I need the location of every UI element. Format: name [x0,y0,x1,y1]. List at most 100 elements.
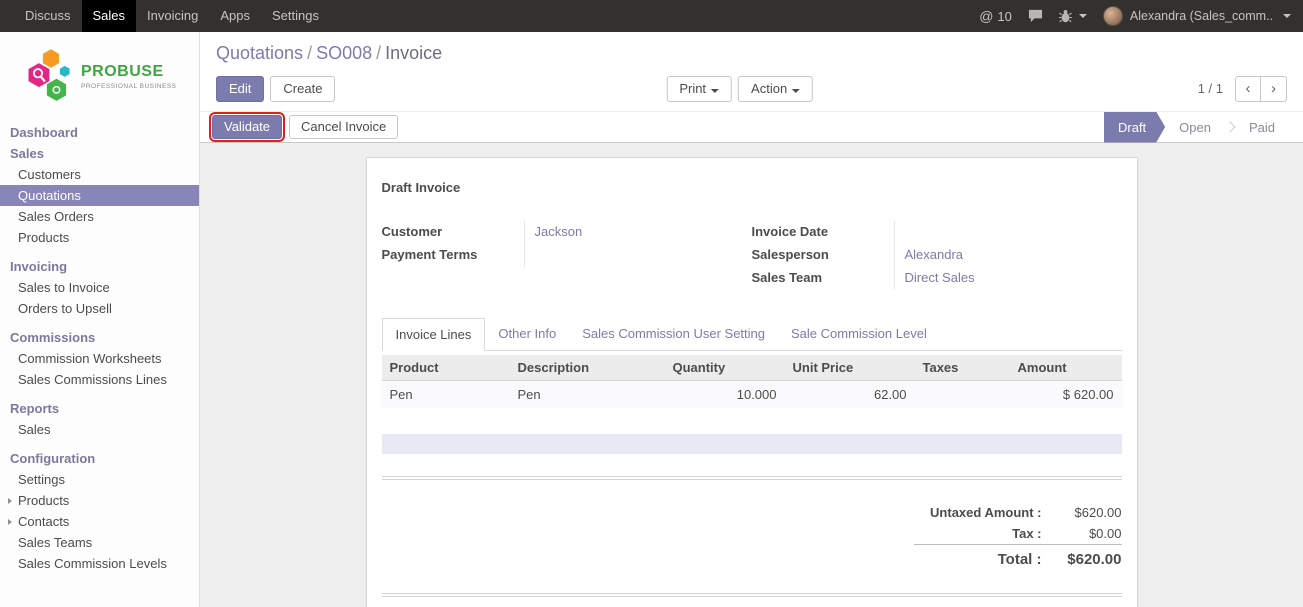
sidebar-section-dashboard: Dashboard [0,122,199,143]
create-button[interactable]: Create [270,76,335,102]
user-menu[interactable]: Alexandra (Sales_comm.. [1103,6,1291,26]
sidebar-item-sales-teams[interactable]: Sales Teams [0,532,199,553]
sales-team-value[interactable]: Direct Sales [894,267,1122,290]
field-group-right: Invoice Date Salesperson Alexandra Sales… [752,221,1122,290]
document-title: Draft Invoice [382,180,1122,195]
tab-invoice-lines[interactable]: Invoice Lines [382,318,486,351]
sidebar-item-products[interactable]: Products [0,227,199,248]
topbar-menu-apps[interactable]: Apps [209,0,261,32]
cell-amount: $ 620.00 [1010,381,1122,409]
sidebar-heading-invoicing[interactable]: Invoicing [0,256,199,277]
sidebar-item-customers[interactable]: Customers [0,164,199,185]
topbar-systray: @ 10 Alexandra (Sales_comm.. [979,0,1303,32]
caret-down-icon [792,89,800,93]
breadcrumb-link-so008[interactable]: SO008 [316,43,372,63]
column-header-unit-price[interactable]: Unit Price [785,355,915,381]
sidebar-item-dashboard[interactable]: Dashboard [0,122,199,143]
status-step-open[interactable]: Open [1165,112,1225,143]
column-header-description[interactable]: Description [510,355,665,381]
app-logo: PROBUSE PROFESSIONAL BUSINESS [0,32,199,114]
total-value: $620.00 [1042,545,1122,572]
sidebar-item-commission-worksheets[interactable]: Commission Worksheets [0,348,199,369]
sidebar-item-reports-sales[interactable]: Sales [0,419,199,440]
sidebar-item-sales-to-invoice[interactable]: Sales to Invoice [0,277,199,298]
untaxed-amount-row: Untaxed Amount : $620.00 [914,502,1121,523]
avatar [1103,6,1123,26]
invoice-date-value [894,221,1122,244]
topbar: Discuss Sales Invoicing Apps Settings @ … [0,0,1303,32]
total-label: Total : [914,545,1041,572]
topbar-menu-sales[interactable]: Sales [82,0,137,32]
pager-previous-button[interactable]: ‹ [1235,76,1261,102]
untaxed-amount-value: $620.00 [1042,502,1122,523]
tab-other-info[interactable]: Other Info [485,318,569,351]
field-row: Sales Team Direct Sales [752,267,1122,290]
sidebar-item-config-products[interactable]: Products [0,490,199,511]
logo-subtitle: PROFESSIONAL BUSINESS [81,83,177,90]
messages-button[interactable] [1028,9,1043,23]
sidebar-item-quotations[interactable]: Quotations [0,185,199,206]
invoice-lines-table: Product Description Quantity Unit Price … [382,355,1122,408]
logo-title: PROBUSE [81,63,177,81]
sidebar-item-label: Products [18,493,69,508]
status-step-draft[interactable]: Draft [1104,112,1165,143]
field-group-left: Customer Jackson Payment Terms [382,221,752,290]
breadcrumb-link-quotations[interactable]: Quotations [216,43,303,63]
invoice-date-label: Invoice Date [752,221,894,244]
sidebar-item-orders-to-upsell[interactable]: Orders to Upsell [0,298,199,319]
cell-taxes [915,381,1010,409]
column-header-quantity[interactable]: Quantity [665,355,785,381]
sidebar-section-commissions: Commissions Commission Worksheets Sales … [0,327,199,390]
payment-terms-label: Payment Terms [382,244,524,267]
status-step-paid[interactable]: Paid [1235,112,1289,143]
sidebar: PROBUSE PROFESSIONAL BUSINESS Dashboard … [0,32,200,607]
validate-button[interactable]: Validate [212,115,282,139]
tax-value: $0.00 [1042,523,1122,545]
probuse-logo-icon [26,46,74,106]
mention-count-badge: 10 [997,9,1011,24]
cell-description: Pen [510,381,665,409]
sidebar-item-settings[interactable]: Settings [0,469,199,490]
cell-product: Pen [382,381,510,409]
salesperson-value[interactable]: Alexandra [894,244,1122,267]
column-header-taxes[interactable]: Taxes [915,355,1010,381]
column-header-amount[interactable]: Amount [1010,355,1122,381]
sales-team-label: Sales Team [752,267,894,290]
topbar-menu-settings[interactable]: Settings [261,0,330,32]
table-row[interactable]: Pen Pen 10.000 62.00 $ 620.00 [382,381,1122,409]
topbar-menu-invoicing[interactable]: Invoicing [136,0,209,32]
action-dropdown-button[interactable]: Action [738,76,813,102]
caret-down-icon [1079,14,1087,18]
pager-buttons: ‹ › [1235,76,1287,102]
control-panel-buttons: Edit Create Print Action 1 / 1 ‹ › [216,75,1287,102]
pager-next-button[interactable]: › [1261,76,1287,102]
cancel-invoice-button[interactable]: Cancel Invoice [289,115,398,139]
salesperson-label: Salesperson [752,244,894,267]
cp-left-buttons: Edit Create [216,76,335,102]
mentions-button[interactable]: @ 10 [979,8,1012,24]
expand-icon[interactable] [8,519,12,525]
sidebar-item-sales-commission-levels[interactable]: Sales Commission Levels [0,553,199,574]
sidebar-item-config-contacts[interactable]: Contacts [0,511,199,532]
totals-block: Untaxed Amount : $620.00 Tax : $0.00 Tot… [382,502,1122,571]
sidebar-heading-reports[interactable]: Reports [0,398,199,419]
topbar-menu-discuss[interactable]: Discuss [14,0,82,32]
tab-sale-commission-level[interactable]: Sale Commission Level [778,318,940,351]
sidebar-heading-configuration[interactable]: Configuration [0,448,199,469]
edit-button[interactable]: Edit [216,76,264,102]
chat-bubble-icon [1028,9,1043,23]
column-header-product[interactable]: Product [382,355,510,381]
field-row: Payment Terms [382,244,752,267]
customer-value[interactable]: Jackson [524,221,752,244]
sidebar-item-sales-commissions-lines[interactable]: Sales Commissions Lines [0,369,199,390]
sidebar-item-sales[interactable]: Sales [0,143,199,164]
print-dropdown-button[interactable]: Print [666,76,732,102]
field-row: Invoice Date [752,221,1122,244]
sidebar-item-sales-orders[interactable]: Sales Orders [0,206,199,227]
topbar-menus: Discuss Sales Invoicing Apps Settings [0,0,330,32]
expand-icon[interactable] [8,498,12,504]
debug-menu-button[interactable] [1059,9,1087,23]
sidebar-item-label: Contacts [18,514,69,529]
tab-sales-commission-user-setting[interactable]: Sales Commission User Setting [569,318,778,351]
sidebar-heading-commissions[interactable]: Commissions [0,327,199,348]
